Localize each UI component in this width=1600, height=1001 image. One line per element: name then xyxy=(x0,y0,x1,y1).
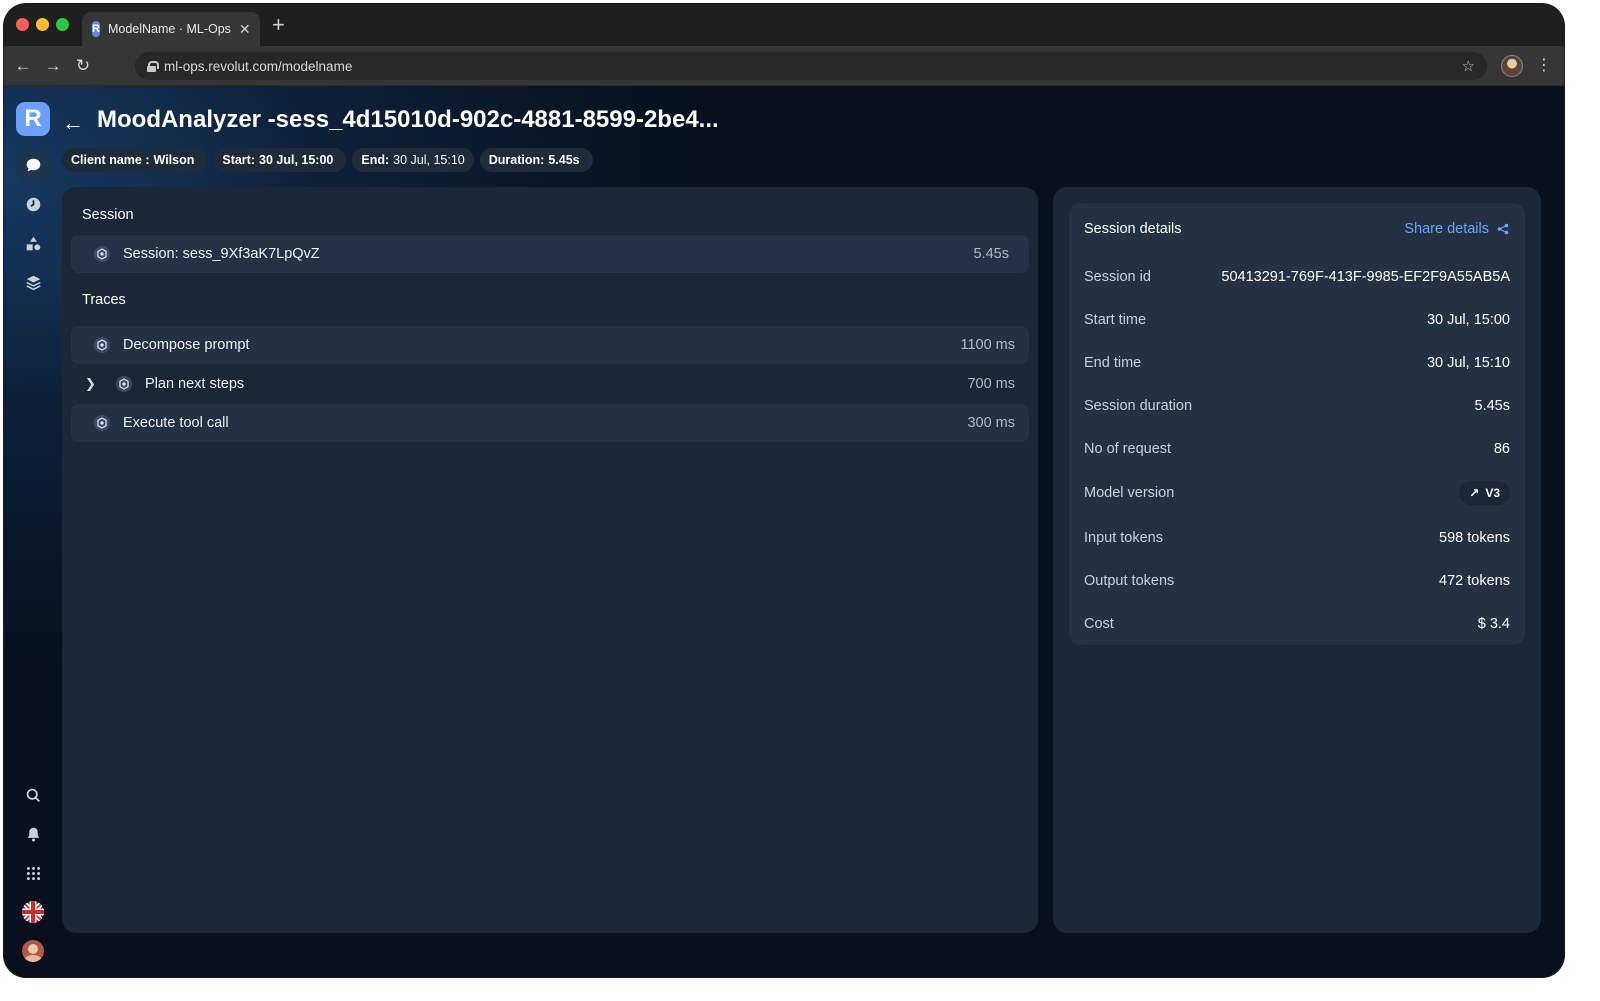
nav-rail: R xyxy=(4,86,62,977)
minimize-window-button[interactable] xyxy=(36,18,49,31)
close-icon[interactable]: ✕ xyxy=(239,21,251,38)
clock-icon[interactable] xyxy=(16,187,50,221)
layers-icon[interactable] xyxy=(16,265,50,299)
tab-title: ModelName · ML-Ops xyxy=(107,22,231,36)
url-bar[interactable]: ml-ops.revolut.com/modelname ☆ xyxy=(135,52,1487,80)
share-label: Share details xyxy=(1404,221,1489,237)
chip-end: End: 30 Jul, 15:10 xyxy=(352,148,474,172)
session-summary-chips: Client name : Wilson Start: 30 Jul, 15:00 … xyxy=(62,148,593,172)
browser-window: R ModelName · ML-Ops ✕ + ← → ↻ ml-ops.re… xyxy=(4,4,1564,977)
detail-row-duration: Session duration 5.45s xyxy=(1084,398,1510,414)
detail-row-session-id: Session id 50413291-769F-413F-9985-EF2F9… xyxy=(1084,269,1510,285)
search-icon[interactable] xyxy=(16,778,50,812)
session-row-duration: 5.45s xyxy=(973,246,1009,262)
browser-tab[interactable]: R ModelName · ML-Ops ✕ xyxy=(82,12,260,46)
shapes-icon[interactable] xyxy=(16,226,50,260)
detail-row-output-tokens: Output tokens 472 tokens xyxy=(1084,573,1510,589)
maximize-window-button[interactable] xyxy=(56,18,69,31)
session-details-card: Session details Share details Session id… xyxy=(1069,203,1525,645)
app-logo[interactable]: R xyxy=(16,102,50,136)
chevron-right-icon[interactable]: ❯ xyxy=(85,376,101,392)
trace-row[interactable]: Execute tool call 300 ms xyxy=(71,404,1029,442)
close-window-button[interactable] xyxy=(16,18,29,31)
chip-client: Client name : Wilson xyxy=(62,148,208,172)
trace-label: Execute tool call xyxy=(123,415,229,431)
detail-row-end-time: End time 30 Jul, 15:10 xyxy=(1084,355,1510,371)
back-arrow-icon[interactable]: ← xyxy=(13,56,33,76)
page-title: MoodAnalyzer -sess_4d15010d-902c-4881-85… xyxy=(97,106,719,133)
trace-row[interactable]: ❯ Plan next steps 700 ms xyxy=(71,365,1029,403)
url-text[interactable]: ml-ops.revolut.com/modelname xyxy=(164,59,1454,74)
session-row-label: Session: sess_9Xf3aK7LpQvZ xyxy=(123,246,320,262)
new-tab-icon[interactable]: + xyxy=(272,14,285,36)
hexagon-icon xyxy=(93,245,111,263)
session-row[interactable]: Session: sess_9Xf3aK7LpQvZ 5.45s xyxy=(71,235,1029,273)
model-version-link[interactable]: ↗ V3 xyxy=(1459,481,1510,505)
trace-label: Decompose prompt xyxy=(123,337,250,353)
detail-row-cost: Cost $ 3.4 xyxy=(1084,616,1510,632)
trace-duration: 700 ms xyxy=(967,376,1015,392)
hexagon-icon xyxy=(93,336,111,354)
detail-row-input-tokens: Input tokens 598 tokens xyxy=(1084,530,1510,546)
bookmark-star-icon[interactable]: ☆ xyxy=(1462,57,1475,75)
detail-row-start-time: Start time 30 Jul, 15:00 xyxy=(1084,312,1510,328)
trace-label: Plan next steps xyxy=(145,376,245,392)
share-icon xyxy=(1497,223,1509,235)
favicon-icon: R xyxy=(92,21,100,37)
traces-heading: Traces xyxy=(82,292,126,308)
trace-duration: 1100 ms xyxy=(960,337,1015,353)
back-button[interactable]: ← xyxy=(62,110,84,136)
arrow-up-right-icon: ↗ xyxy=(1469,486,1480,500)
forward-arrow-icon[interactable]: → xyxy=(43,56,63,76)
lock-icon xyxy=(147,60,159,72)
chat-icon[interactable] xyxy=(16,148,50,182)
bell-icon[interactable] xyxy=(16,817,50,851)
chip-start: Start: 30 Jul, 15:00 xyxy=(213,148,347,172)
hexagon-icon xyxy=(115,375,133,393)
browser-menu-icon[interactable]: ⋮ xyxy=(1536,55,1552,75)
uk-flag-icon[interactable] xyxy=(16,895,50,929)
user-avatar[interactable] xyxy=(16,934,50,968)
detail-row-requests: No of request 86 xyxy=(1084,441,1510,457)
browser-profile-avatar[interactable] xyxy=(1501,55,1523,77)
app-viewport: R ← MoodAnalyzer -sess_4d15010d-902c-488… xyxy=(4,86,1564,977)
session-heading: Session xyxy=(82,207,134,223)
detail-row-model-version: Model version ↗ V3 xyxy=(1084,481,1510,505)
chip-duration: Duration: 5.45s xyxy=(479,148,593,172)
trace-duration: 300 ms xyxy=(967,415,1015,431)
details-panel: Session details Share details Session id… xyxy=(1053,187,1541,933)
share-details-button[interactable]: Share details xyxy=(1404,221,1509,237)
tab-bar: R ModelName · ML-Ops ✕ + xyxy=(4,4,1564,46)
reload-icon[interactable]: ↻ xyxy=(73,56,93,76)
session-panel: Session Session: sess_9Xf3aK7LpQvZ 5.45s… xyxy=(62,187,1038,933)
details-title: Session details xyxy=(1084,221,1182,237)
hexagon-icon xyxy=(93,414,111,432)
trace-row[interactable]: Decompose prompt 1100 ms xyxy=(71,326,1029,364)
address-bar: ← → ↻ ml-ops.revolut.com/modelname ☆ ⋮ xyxy=(4,46,1564,86)
apps-grid-icon[interactable] xyxy=(16,856,50,890)
